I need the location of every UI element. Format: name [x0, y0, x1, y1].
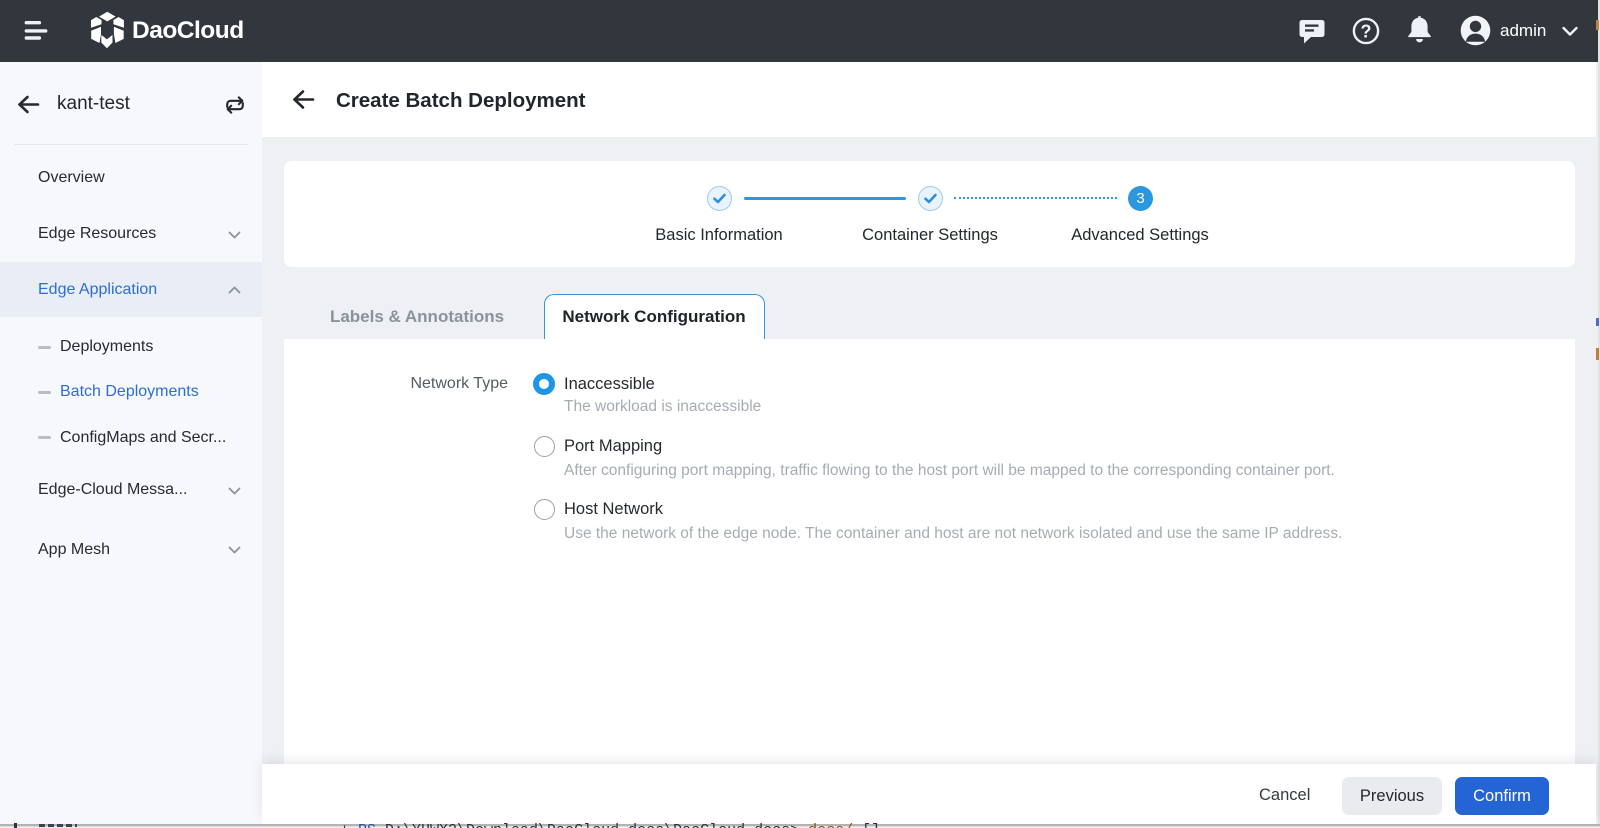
svg-text:?: ? [1361, 22, 1372, 42]
